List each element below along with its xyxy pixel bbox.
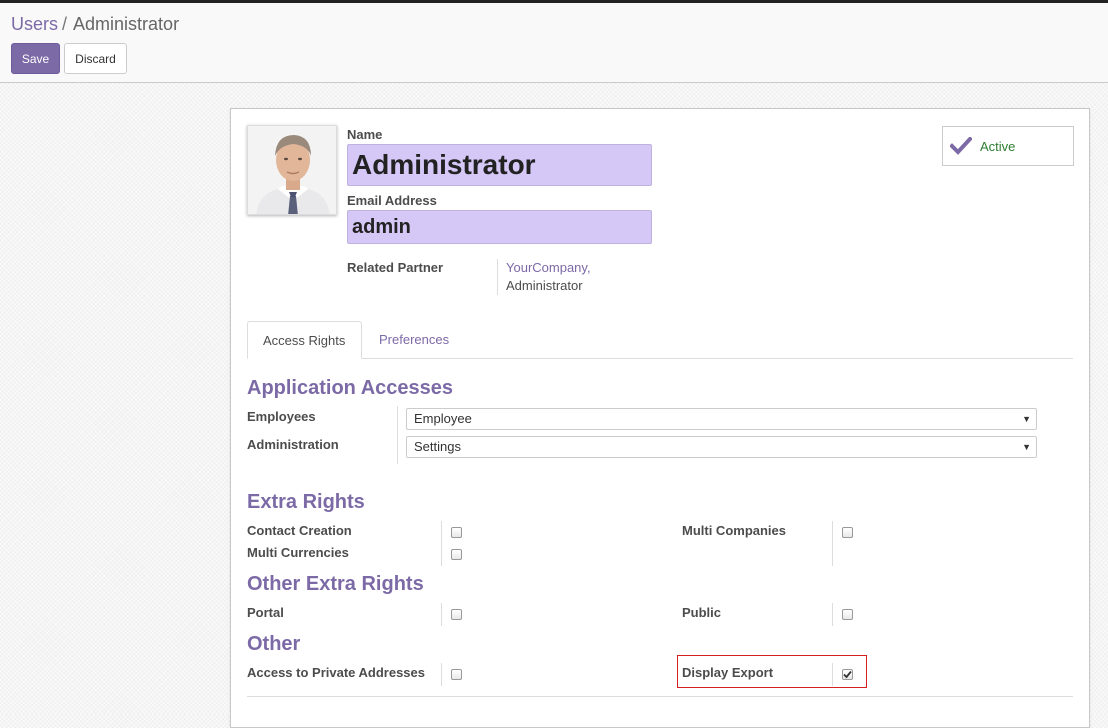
public-label: Public bbox=[682, 605, 722, 620]
active-toggle-button[interactable]: Active bbox=[942, 126, 1074, 166]
avatar-photo bbox=[248, 126, 336, 214]
multi-companies-label: Multi Companies bbox=[682, 523, 787, 538]
portal-checkbox[interactable] bbox=[451, 609, 462, 620]
email-field[interactable]: admin bbox=[347, 210, 652, 244]
private-addresses-label: Access to Private Addresses bbox=[247, 665, 426, 680]
form-sheet: Name Administrator Email Address admin R… bbox=[230, 108, 1090, 728]
tab-access-rights[interactable]: Access Rights bbox=[247, 321, 362, 359]
name-field[interactable]: Administrator bbox=[347, 144, 652, 186]
section-application-accesses: Application Accesses bbox=[247, 377, 454, 399]
private-addresses-checkbox[interactable] bbox=[451, 669, 462, 680]
multi-companies-checkbox[interactable] bbox=[842, 527, 853, 538]
multi-currencies-checkbox[interactable] bbox=[451, 549, 462, 560]
related-partner-value: YourCompany, Administrator bbox=[497, 259, 591, 295]
field-divider bbox=[397, 406, 398, 464]
discard-button[interactable]: Discard bbox=[64, 43, 127, 74]
tab-preferences[interactable]: Preferences bbox=[364, 321, 464, 359]
save-button[interactable]: Save bbox=[11, 43, 60, 74]
portal-label: Portal bbox=[247, 605, 284, 620]
section-other: Other bbox=[247, 633, 301, 655]
administration-select-value: Settings bbox=[414, 439, 461, 454]
contact-creation-checkbox[interactable] bbox=[451, 527, 462, 538]
display-export-checkbox[interactable] bbox=[842, 669, 853, 680]
email-label: Email Address bbox=[347, 193, 437, 208]
contact-creation-label: Contact Creation bbox=[247, 523, 352, 538]
employees-label: Employees bbox=[247, 409, 316, 424]
check-icon bbox=[950, 137, 972, 155]
breadcrumb-current: Administrator bbox=[73, 14, 180, 34]
administration-label: Administration bbox=[247, 437, 339, 452]
employees-select-value: Employee bbox=[414, 411, 472, 426]
breadcrumb-users-link[interactable]: Users bbox=[11, 14, 58, 34]
active-label: Active bbox=[980, 139, 1016, 154]
field-divider bbox=[832, 663, 833, 686]
dropdown-arrow-icon: ▼ bbox=[1022, 442, 1031, 452]
field-divider bbox=[441, 521, 442, 566]
checkmark-icon bbox=[843, 670, 852, 679]
field-divider bbox=[832, 603, 833, 626]
control-panel: Users / Administrator Save Discard bbox=[0, 3, 1108, 83]
partner-name: Administrator bbox=[506, 278, 583, 293]
public-checkbox[interactable] bbox=[842, 609, 853, 620]
field-divider bbox=[832, 521, 833, 566]
dropdown-arrow-icon: ▼ bbox=[1022, 414, 1031, 424]
form-bottom-divider bbox=[247, 696, 1073, 697]
user-avatar[interactable] bbox=[247, 125, 337, 215]
breadcrumb-separator: / bbox=[62, 14, 68, 34]
partner-company-link[interactable]: YourCompany, bbox=[506, 259, 591, 277]
multi-currencies-label: Multi Currencies bbox=[247, 545, 349, 560]
field-divider bbox=[441, 663, 442, 686]
field-divider bbox=[441, 603, 442, 626]
administration-select[interactable]: Settings ▼ bbox=[406, 436, 1037, 458]
breadcrumb: Users / Administrator bbox=[11, 14, 179, 35]
related-partner-label: Related Partner bbox=[347, 260, 444, 275]
section-other-extra-rights: Other Extra Rights bbox=[247, 573, 424, 595]
display-export-label: Display Export bbox=[682, 665, 774, 680]
name-label: Name bbox=[347, 127, 383, 142]
section-extra-rights: Extra Rights bbox=[247, 491, 365, 513]
employees-select[interactable]: Employee ▼ bbox=[406, 408, 1037, 430]
